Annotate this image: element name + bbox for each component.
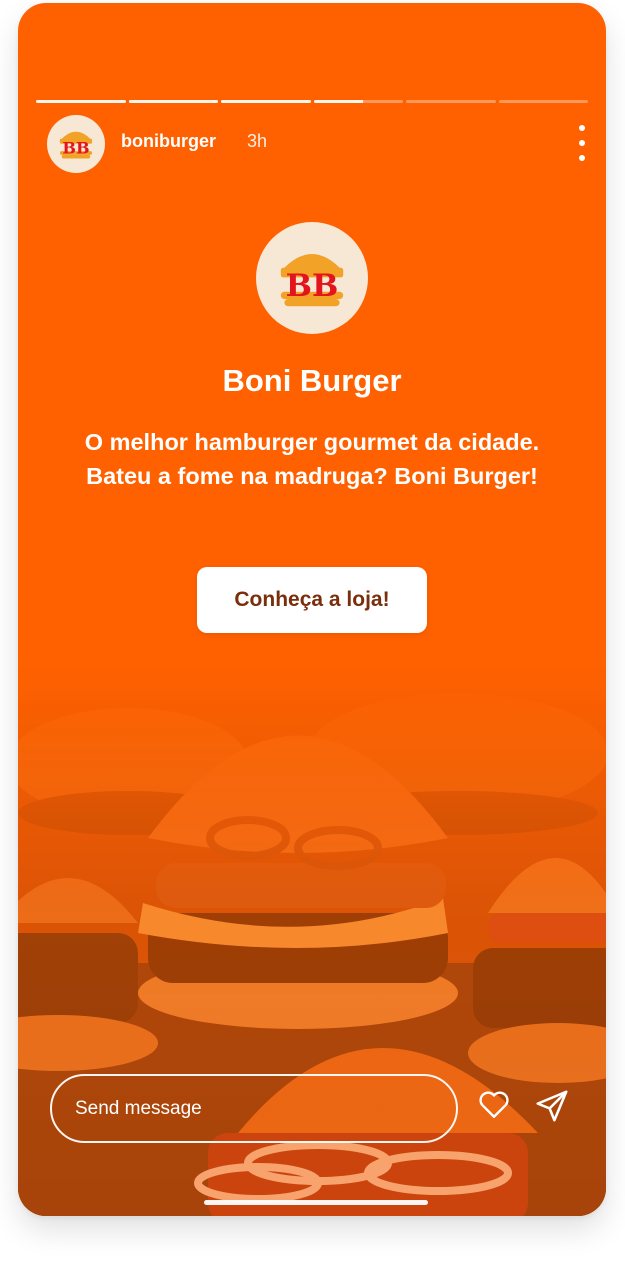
message-placeholder: Send message (75, 1098, 202, 1119)
more-vertical-icon[interactable] (569, 125, 595, 161)
send-icon[interactable] (533, 1087, 571, 1125)
progress-segment (406, 100, 496, 103)
home-indicator (204, 1200, 428, 1205)
progress-segment (36, 100, 126, 103)
progress-segment (221, 100, 311, 103)
username[interactable]: boniburger (121, 131, 216, 152)
story-progress (36, 100, 588, 103)
brand-logo: BB (256, 222, 368, 334)
progress-segment (313, 100, 403, 103)
brand-description: O melhor hamburger gourmet da cidade. Ba… (84, 429, 540, 489)
message-input[interactable]: Send message (50, 1074, 458, 1143)
brand-name: Boni Burger (222, 363, 402, 398)
story-header: BB boniburger 3h (47, 115, 587, 173)
story-timestamp: 3h (247, 131, 268, 151)
svg-text:BB: BB (62, 138, 89, 157)
boniburger-logo: BB (280, 254, 344, 307)
avatar[interactable]: BB (47, 115, 105, 173)
svg-text:BB: BB (286, 268, 339, 304)
heart-icon[interactable] (476, 1086, 512, 1122)
story-screen: BB boniburger 3h BB Boni Burger O melhor… (18, 3, 606, 1216)
visit-store-button[interactable]: Conheça a loja! (197, 567, 427, 633)
progress-segment (128, 100, 218, 103)
progress-segment (498, 100, 588, 103)
boniburger-logo: BB (59, 131, 93, 159)
